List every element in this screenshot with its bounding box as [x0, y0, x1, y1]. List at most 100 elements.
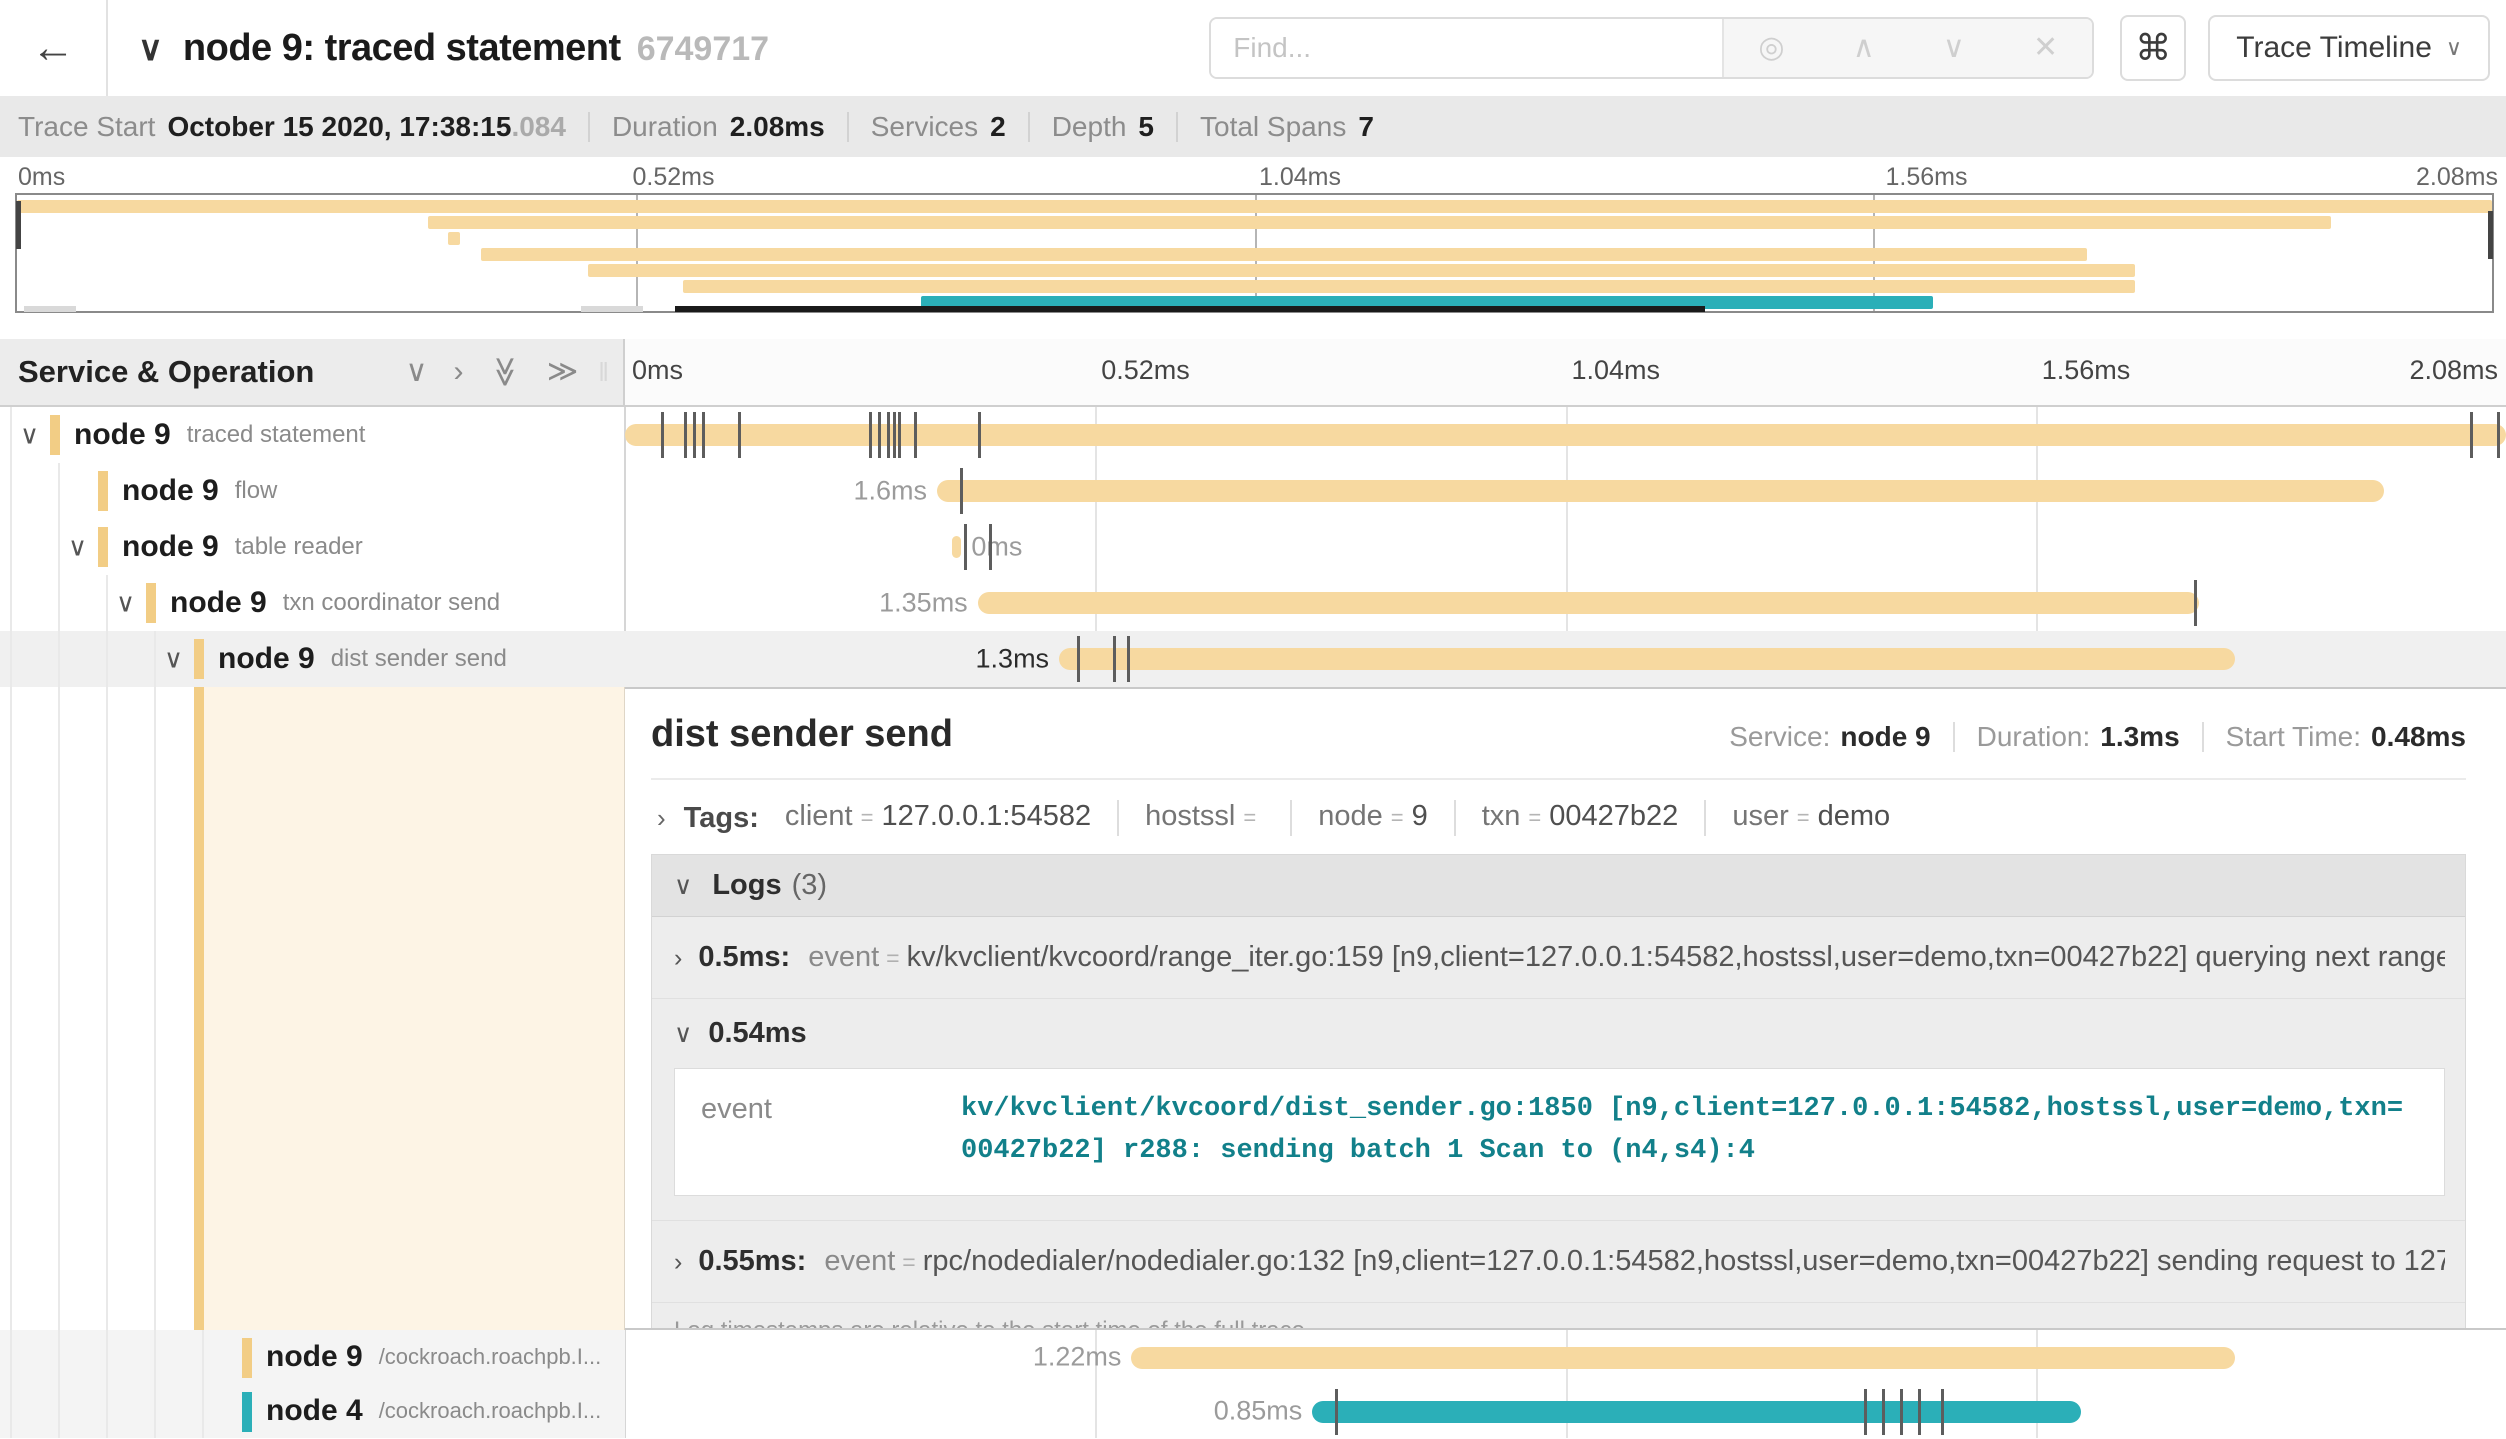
tree-indent-guide	[106, 631, 108, 687]
minimap-viewport-scrubber[interactable]	[675, 306, 1705, 312]
service-name: node 9	[218, 642, 315, 676]
span-row[interactable]: node 4/cockroach.roachpb.I...0.85ms	[0, 1384, 2506, 1438]
log-entry[interactable]: ›0.55ms:event=rpc/nodedialer/nodedialer.…	[652, 1221, 2465, 1303]
log-timestamp: 0.55ms:	[698, 1245, 806, 1278]
span-duration-bar[interactable]	[625, 424, 2506, 446]
summary-item-value: 7	[1358, 111, 1374, 143]
minimap-scrub-ghost	[24, 306, 76, 312]
log-marker-tick	[964, 524, 967, 570]
logs-count: (3)	[792, 869, 827, 902]
tree-indent-guide	[106, 1330, 108, 1384]
span-duration-bar[interactable]	[1131, 1347, 2234, 1369]
span-row[interactable]: ∨node 9traced statement	[0, 407, 2506, 463]
span-row[interactable]: ∨node 9table reader0ms	[0, 519, 2506, 575]
log-field-value: rpc/nodedialer/nodedialer.go:132 [n9,cli…	[923, 1245, 2445, 1277]
span-row-name-cell[interactable]: ∨node 9traced statement	[0, 407, 625, 463]
minimap-scrub-ghost	[581, 306, 643, 312]
tag-item[interactable]: node=9	[1318, 800, 1428, 833]
span-duration-bar[interactable]	[952, 536, 961, 558]
operation-name: /cockroach.roachpb.I...	[379, 1344, 602, 1370]
tags-row[interactable]: › Tags: client=127.0.0.1:54582 hostssl= no…	[651, 780, 2466, 854]
logs-header[interactable]: ∨ Logs (3)	[652, 855, 2465, 917]
log-marker-tick	[1864, 1389, 1867, 1435]
span-row-name-cell[interactable]: ∨node 9txn coordinator send	[0, 575, 625, 631]
tags-label: Tags:	[684, 802, 759, 835]
minimap-left-drag-handle[interactable]	[16, 201, 21, 249]
find-input[interactable]	[1211, 19, 1722, 77]
span-duration-bar[interactable]	[978, 592, 2199, 614]
tree-indent-guide	[10, 519, 12, 575]
log-marker-tick	[738, 412, 741, 458]
minimap-canvas[interactable]	[15, 193, 2494, 313]
span-row[interactable]: ∨node 9txn coordinator send1.35ms	[0, 575, 2506, 631]
span-row-timeline-cell[interactable]: 0.85ms	[625, 1384, 2506, 1438]
span-row-timeline-cell[interactable]: 1.35ms	[625, 575, 2506, 631]
summary-separator	[588, 112, 590, 142]
tag-item[interactable]: hostssl=	[1145, 800, 1264, 833]
summary-item-label: Duration	[612, 111, 718, 143]
span-row-name-cell[interactable]: node 4/cockroach.roachpb.I...	[0, 1384, 625, 1438]
span-collapse-icon[interactable]: ∨	[164, 644, 183, 675]
span-collapse-icon[interactable]: ∨	[20, 420, 39, 451]
tag-item[interactable]: client=127.0.0.1:54582	[785, 800, 1091, 833]
selected-span-fill	[204, 687, 625, 1330]
summary-item: Duration2.08ms	[612, 111, 825, 143]
log-marker-tick	[1335, 1389, 1338, 1435]
service-color-bar	[98, 527, 108, 567]
span-collapse-icon[interactable]: ∨	[68, 532, 87, 563]
tag-item[interactable]: user=demo	[1732, 800, 1890, 833]
expand-one-icon[interactable]: ›	[453, 357, 463, 387]
meta-value: node 9	[1840, 721, 1930, 753]
span-duration-bar[interactable]	[1312, 1401, 2081, 1423]
scroll-to-match-icon[interactable]: ◎	[1758, 33, 1784, 63]
next-match-icon[interactable]: ∨	[1943, 33, 1965, 63]
chevron-right-icon: ›	[657, 803, 666, 834]
span-duration-bar[interactable]	[937, 480, 2384, 502]
column-resize-grip[interactable]: ‖	[598, 357, 609, 388]
tree-indent-guide	[106, 687, 108, 1330]
span-row-timeline-cell[interactable]: 1.3ms	[625, 631, 2506, 687]
tree-indent-guide	[106, 1384, 108, 1438]
span-row[interactable]: node 9/cockroach.roachpb.I...1.22ms	[0, 1330, 2506, 1384]
collapse-trace-icon[interactable]: ∨	[138, 29, 163, 69]
span-row-timeline-cell[interactable]	[625, 407, 2506, 463]
log-marker-tick	[2194, 580, 2197, 626]
span-row-name-cell[interactable]: node 9flow	[0, 463, 625, 519]
span-detail-title: dist sender send	[651, 713, 953, 756]
tag-separator	[1117, 800, 1119, 836]
collapse-one-icon[interactable]: ∨	[405, 357, 427, 387]
tree-indent-guide	[10, 407, 12, 463]
service-color-bar	[50, 415, 60, 455]
log-entry[interactable]: ›0.5ms:event=kv/kvclient/kvcoord/range_i…	[652, 917, 2465, 999]
tree-indent-guide	[58, 575, 60, 631]
span-row-name-cell[interactable]: ∨node 9dist sender send	[0, 631, 625, 687]
minimap-right-drag-handle[interactable]	[2488, 211, 2493, 259]
service-name: node 9	[170, 586, 267, 620]
log-fields-summary: event=rpc/nodedialer/nodedialer.go:132 […	[824, 1245, 2445, 1278]
trace-view-selector[interactable]: Trace Timeline ∨	[2208, 15, 2490, 81]
back-button[interactable]: ←	[0, 0, 108, 96]
span-row-name-cell[interactable]: node 9/cockroach.roachpb.I...	[0, 1330, 625, 1384]
span-row-timeline-cell[interactable]: 0ms	[625, 519, 2506, 575]
minimap-ruler: 0ms0.52ms1.04ms1.56ms2.08ms	[0, 163, 2506, 193]
span-row[interactable]: ∨node 9dist sender send1.3ms	[0, 631, 2506, 687]
span-row-name-cell[interactable]: ∨node 9table reader	[0, 519, 625, 575]
collapse-all-icon[interactable]: ≫	[490, 356, 520, 387]
span-row-timeline-cell[interactable]: 1.22ms	[625, 1330, 2506, 1384]
log-marker-tick	[1900, 1389, 1903, 1435]
tag-item[interactable]: txn=00427b22	[1482, 800, 1679, 833]
logs-accordion: ∨ Logs (3) ›0.5ms:event=kv/kvclient/kvco…	[651, 854, 2466, 1330]
tag-value: 9	[1412, 800, 1428, 833]
clear-search-icon[interactable]: ✕	[2033, 33, 2058, 63]
keyboard-shortcuts-button[interactable]: ⌘	[2120, 15, 2186, 81]
span-row-timeline-cell[interactable]: 1.6ms	[625, 463, 2506, 519]
summary-item-value: 2	[990, 111, 1006, 143]
log-entry-header[interactable]: ∨0.54ms	[674, 1017, 2445, 1050]
log-marker-tick	[1113, 636, 1116, 682]
span-collapse-icon[interactable]: ∨	[116, 588, 135, 619]
span-row[interactable]: node 9flow1.6ms	[0, 463, 2506, 519]
ruler-tick-label: 1.04ms	[1572, 355, 1661, 386]
expand-all-icon[interactable]: ≫	[547, 357, 578, 387]
prev-match-icon[interactable]: ∧	[1853, 33, 1875, 63]
span-duration-bar[interactable]	[1059, 648, 2235, 670]
